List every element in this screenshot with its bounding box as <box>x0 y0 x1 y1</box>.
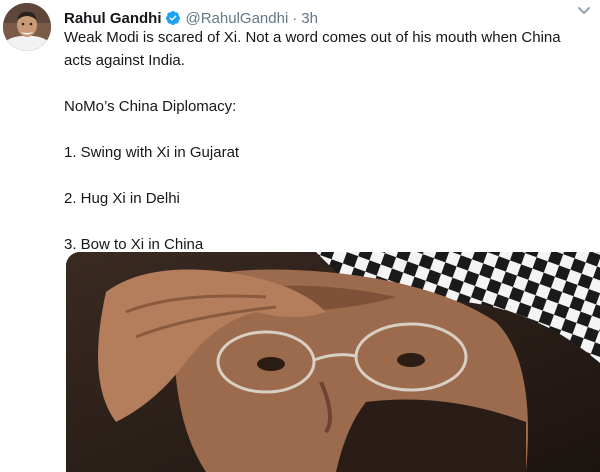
tweet-header: Rahul Gandhi @RahulGandhi · 3h <box>64 8 584 28</box>
tweet-text-line: NoMo’s China Diplomacy: <box>64 98 237 115</box>
tweet-text-line: Weak Modi is scared of Xi. Not a word co… <box>64 29 561 69</box>
tweet-timestamp[interactable]: 3h <box>301 10 318 27</box>
separator-dot: · <box>292 9 298 27</box>
tweet-text: Weak Modi is scared of Xi. Not a word co… <box>64 26 592 256</box>
tweet-media-image[interactable] <box>66 252 600 472</box>
tweet-text-line: 1. Swing with Xi in Gujarat <box>64 144 240 161</box>
tweet-card[interactable]: Rahul Gandhi @RahulGandhi · 3h Weak Modi… <box>0 0 600 472</box>
chevron-down-icon[interactable] <box>576 2 592 18</box>
tweet-text-line: 2. Hug Xi in Delhi <box>64 190 180 207</box>
author-handle[interactable]: @RahulGandhi <box>186 10 289 27</box>
verified-badge-icon <box>165 10 181 26</box>
avatar[interactable] <box>3 3 51 51</box>
author-name[interactable]: Rahul Gandhi <box>64 10 162 27</box>
